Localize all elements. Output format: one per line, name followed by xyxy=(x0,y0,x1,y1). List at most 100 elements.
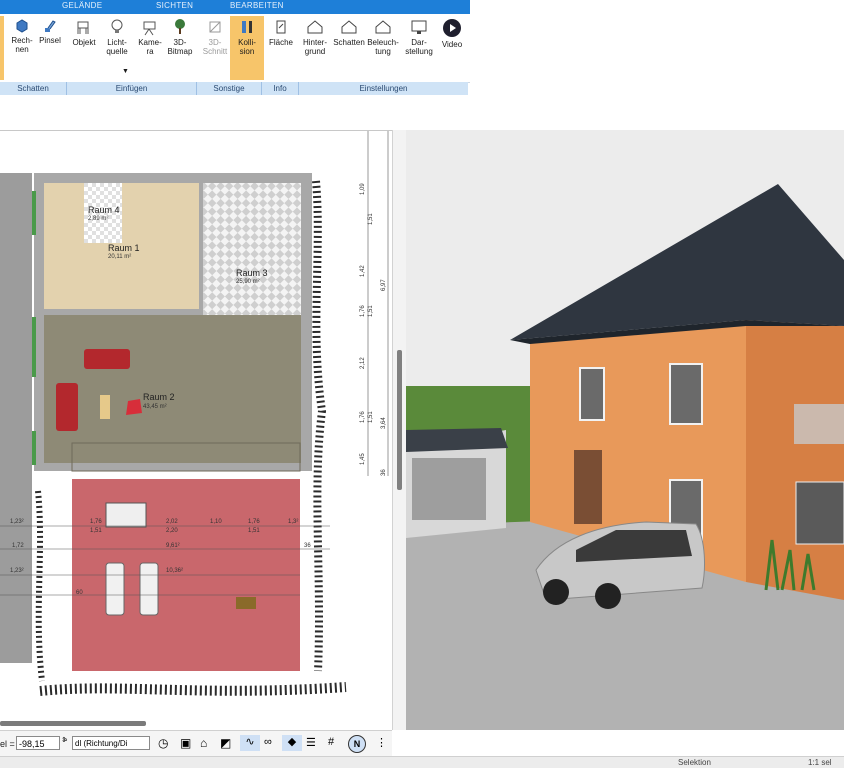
room-name: Raum 1 xyxy=(108,243,140,253)
bench xyxy=(105,502,147,528)
camera-icon[interactable]: ⌂ xyxy=(200,736,207,750)
dimension-label: 1,3² xyxy=(288,519,299,525)
angle-input[interactable]: -98,15 xyxy=(16,736,60,750)
north-icon[interactable]: N xyxy=(348,735,366,753)
status-bar: Selektion 1:1 sel xyxy=(0,756,844,768)
objekt-label: Objekt xyxy=(72,38,96,47)
balcony-railing xyxy=(794,404,844,444)
dimension-label: 1,45 xyxy=(360,453,366,465)
house-background-icon xyxy=(307,20,323,34)
lichtquelle-label: Licht- quelle xyxy=(106,38,128,56)
garage-door xyxy=(412,458,486,520)
wave-icon[interactable]: ∿ xyxy=(240,735,260,751)
house-side-wall xyxy=(746,320,844,600)
play-icon xyxy=(443,19,461,37)
link-icon[interactable]: ∞ xyxy=(264,736,272,748)
area-icon xyxy=(276,20,286,34)
room-area: 2,89 m² xyxy=(88,216,109,222)
pinsel-label: Pinsel xyxy=(39,36,61,45)
clock-icon[interactable]: ◷ xyxy=(158,736,168,750)
chevron-down-icon[interactable]: ▼ xyxy=(122,67,129,76)
hedge-bottom xyxy=(39,682,347,696)
neighbor-area xyxy=(0,173,32,663)
grid-icon[interactable]: # xyxy=(328,736,334,748)
darstellung-button[interactable]: Dar- stellung xyxy=(402,16,436,80)
chair-icon xyxy=(77,21,89,34)
chair xyxy=(126,399,142,415)
rechnen-label: Rech- nen xyxy=(11,36,33,54)
schatten-button[interactable]: Schatten xyxy=(332,16,366,80)
dimension-label: 1,51 xyxy=(248,528,260,534)
dimension-label: 10,36² xyxy=(166,568,184,574)
direction-select[interactable]: dl (Richtung/Di xyxy=(72,736,150,750)
ribbon-tab-strip: GELÄNDE SICHTEN BEARBEITEN xyxy=(0,0,470,14)
view-splitter[interactable] xyxy=(392,130,407,730)
angle-label: el = xyxy=(0,739,15,749)
group-einstellungen: Einstellungen xyxy=(359,84,408,93)
3d-scene[interactable] xyxy=(406,130,844,730)
dimension-label: 1,23² xyxy=(10,568,24,574)
flaeche-label: Fläche xyxy=(268,38,293,47)
schnitt3d-label: 3D- Schnitt xyxy=(202,38,228,56)
lichtquelle-button[interactable]: Licht- quelle ▼ xyxy=(100,16,134,80)
room-name: Raum 4 xyxy=(88,205,120,215)
dimension-label: 60 xyxy=(76,590,83,596)
dimension-label: 36 xyxy=(304,543,311,549)
raum2-extension xyxy=(203,373,301,463)
layer-icon[interactable]: ◆ xyxy=(282,735,302,751)
kollision-label: Kolli- sion xyxy=(238,38,256,56)
darstellung-label: Dar- stellung xyxy=(405,38,433,56)
paint-icon[interactable]: ◩ xyxy=(220,736,231,750)
beleuchtung-button[interactable]: Beleuch- tung xyxy=(366,16,400,80)
status-mode: Selektion xyxy=(678,758,711,767)
house-light-icon xyxy=(375,20,391,34)
objekt-button[interactable]: Objekt xyxy=(67,16,101,80)
plan-bottom-bar: el = -98,15 ⇕ ° dl (Richtung/Di ◷ ▣ ⌂ ◩ … xyxy=(0,721,392,759)
room-area: 25,90 m² xyxy=(236,279,260,285)
car-wheel xyxy=(543,579,569,605)
dimension-label: 1,51 xyxy=(90,528,102,534)
kollision-button[interactable]: Kolli- sion xyxy=(230,16,264,80)
hintergrund-label: Hinter- grund xyxy=(302,38,327,56)
horizontal-scrollbar[interactable] xyxy=(0,721,146,726)
bitmap3d-button[interactable]: 3D- Bitmap xyxy=(163,16,197,80)
dimension-label: 1,76 xyxy=(248,519,260,525)
floor-plan-view[interactable]: Raum 4 2,89 m² Raum 1 20,11 m² Raum 3 25… xyxy=(0,130,392,721)
room-area: 20,11 m² xyxy=(108,254,132,260)
window xyxy=(579,367,605,421)
tree-icon xyxy=(175,19,185,34)
schatten-label: Schatten xyxy=(333,38,365,47)
group-info: Info xyxy=(262,82,299,95)
cube-icon xyxy=(16,19,28,33)
tab-gelaende[interactable]: GELÄNDE xyxy=(62,1,102,10)
window xyxy=(32,317,36,377)
flaeche-button[interactable]: Fläche xyxy=(264,16,298,80)
pinsel-button[interactable]: Pinsel xyxy=(33,16,67,80)
kamera-label: Kame- ra xyxy=(138,38,162,56)
video-button[interactable]: Video xyxy=(435,16,469,80)
room-name: Raum 3 xyxy=(236,268,268,278)
display-icon[interactable]: ▣ xyxy=(180,736,191,750)
floor-plan-canvas[interactable] xyxy=(0,131,392,721)
list-icon[interactable]: ☰ xyxy=(306,736,316,749)
front-door xyxy=(574,450,602,524)
garage-roof xyxy=(406,428,508,452)
dimension-label: 1,72 xyxy=(12,543,24,549)
dimension-label: 1,23² xyxy=(10,519,24,525)
window xyxy=(669,363,703,425)
shadow-active-button[interactable] xyxy=(0,16,4,80)
hintergrund-button[interactable]: Hinter- grund xyxy=(298,16,332,80)
tab-sichten[interactable]: SICHTEN xyxy=(156,1,193,10)
camera-icon xyxy=(143,21,156,36)
kamera-button[interactable]: Kame- ra xyxy=(133,16,167,80)
3d-view[interactable] xyxy=(406,130,844,730)
splitter-handle[interactable] xyxy=(397,350,402,490)
section-cut-icon xyxy=(209,21,221,33)
car-wheel xyxy=(595,583,621,609)
tab-bearbeiten[interactable]: BEARBEITEN xyxy=(230,1,284,10)
group-schatten: Schatten xyxy=(0,82,67,95)
more-icon[interactable]: ⋮ xyxy=(376,736,387,749)
room-area: 43,45 m² xyxy=(143,404,167,410)
armchair xyxy=(56,383,78,431)
schnitt3d-button[interactable]: 3D- Schnitt xyxy=(198,16,232,80)
